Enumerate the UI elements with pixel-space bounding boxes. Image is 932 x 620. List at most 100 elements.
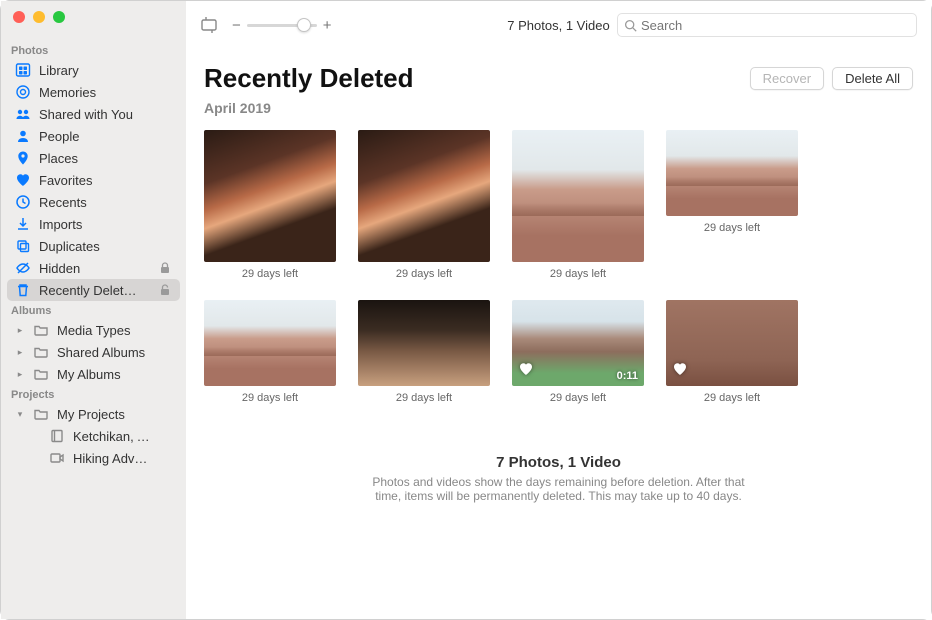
footer-count: 7 Photos, 1 Video	[204, 454, 913, 471]
trash-icon	[15, 282, 31, 298]
search-icon	[624, 19, 637, 32]
thumbnail-size-slider[interactable]	[247, 24, 317, 27]
sidebar-item-media-types[interactable]: ▸ Media Types	[7, 319, 180, 341]
book-icon	[49, 428, 65, 444]
folder-icon	[33, 322, 49, 338]
sidebar-item-label: Ketchikan, AK	[73, 429, 150, 444]
video-icon	[49, 450, 65, 466]
sidebar-item-label: Shared with You	[39, 107, 150, 122]
footer-explain: Photos and videos show the days remainin…	[359, 475, 759, 503]
sidebar-item-label: Favorites	[39, 173, 150, 188]
thumbnail-image[interactable]	[358, 300, 490, 386]
sidebar-item-favorites[interactable]: Favorites	[7, 169, 180, 191]
sidebar-item-label: Library	[39, 63, 150, 78]
days-left-caption: 29 days left	[704, 392, 760, 404]
places-icon	[15, 150, 31, 166]
sidebar-item-shared-albums[interactable]: ▸ Shared Albums	[7, 341, 180, 363]
heart-icon	[15, 172, 31, 188]
recover-button[interactable]: Recover	[750, 67, 824, 90]
sidebar-item-label: Hidden	[39, 261, 150, 276]
sidebar-item-people[interactable]: People	[7, 125, 180, 147]
thumbnail-item[interactable]: 29 days left	[204, 300, 336, 404]
toolbar-title: 7 Photos, 1 Video	[507, 18, 609, 33]
folder-icon	[33, 406, 49, 422]
sidebar-item-library[interactable]: Library	[7, 59, 180, 81]
sidebar-item-recently-delet-[interactable]: Recently Delet…	[7, 279, 180, 301]
close-window-button[interactable]	[13, 11, 25, 23]
days-left-caption: 29 days left	[550, 268, 606, 280]
thumbnail-image[interactable]: 0:11	[512, 300, 644, 386]
date-section-label: April 2019	[204, 100, 913, 116]
minimize-window-button[interactable]	[33, 11, 45, 23]
sidebar-item-my-albums[interactable]: ▸ My Albums	[7, 363, 180, 385]
sidebar-item-label: Media Types	[57, 323, 150, 338]
thumbnail-image[interactable]	[204, 300, 336, 386]
thumbnail-image[interactable]	[666, 300, 798, 386]
sidebar-item-label: My Albums	[57, 367, 150, 382]
thumbnail-item[interactable]: 29 days left	[204, 130, 336, 280]
zoom-out-label[interactable]: −	[232, 17, 241, 34]
memories-icon	[15, 84, 31, 100]
toolbar: − + 7 Photos, 1 Video	[186, 1, 931, 49]
sidebar-item-label: Memories	[39, 85, 150, 100]
days-left-caption: 29 days left	[550, 392, 606, 404]
sidebar-item-my-projects[interactable]: ▾ My Projects	[7, 403, 180, 425]
favorite-heart-icon	[672, 361, 688, 382]
thumbnail-item[interactable]: 29 days left	[358, 300, 490, 404]
thumbnail-image[interactable]	[512, 130, 644, 262]
unlocked-icon	[158, 283, 172, 297]
clock-icon	[15, 194, 31, 210]
import-icon	[15, 216, 31, 232]
content: Recently Deleted Recover Delete All Apri…	[186, 49, 931, 619]
lock-icon	[158, 261, 172, 275]
folder-icon	[33, 344, 49, 360]
thumbnail-image[interactable]	[666, 130, 798, 216]
shared-icon	[15, 106, 31, 122]
thumbnail-item[interactable]: 0:11 29 days left	[512, 300, 644, 404]
video-duration: 0:11	[617, 370, 638, 382]
days-left-caption: 29 days left	[396, 268, 452, 280]
aspect-crop-icon[interactable]	[200, 16, 218, 34]
hidden-icon	[15, 260, 31, 276]
delete-all-button[interactable]: Delete All	[832, 67, 913, 90]
zoom-in-label[interactable]: +	[323, 17, 332, 34]
disclosure-icon: ▸	[15, 325, 25, 336]
sidebar-item-label: Recently Delet…	[39, 283, 150, 298]
window-controls	[1, 11, 186, 41]
sidebar-item-label: Shared Albums	[57, 345, 150, 360]
sidebar-item-label: People	[39, 129, 150, 144]
search-field[interactable]	[617, 13, 917, 37]
sidebar-section-photos-label: Photos	[1, 41, 186, 59]
sidebar-item-hidden[interactable]: Hidden	[7, 257, 180, 279]
search-input[interactable]	[641, 18, 910, 33]
thumbnail-image[interactable]	[358, 130, 490, 262]
thumbnail-item[interactable]: 29 days left	[358, 130, 490, 280]
sidebar-item-label: My Projects	[57, 407, 150, 422]
sidebar-item-ketchikan-ak[interactable]: Ketchikan, AK	[7, 425, 180, 447]
thumbnail-item[interactable]: 29 days left	[512, 130, 644, 280]
thumbnail-item[interactable]: 29 days left	[666, 300, 798, 404]
sidebar-item-shared-with-you[interactable]: Shared with You	[7, 103, 180, 125]
sidebar-item-memories[interactable]: Memories	[7, 81, 180, 103]
days-left-caption: 29 days left	[396, 392, 452, 404]
disclosure-icon: ▸	[15, 369, 25, 380]
zoom-window-button[interactable]	[53, 11, 65, 23]
sidebar-section-albums-label: Albums	[1, 301, 186, 319]
sidebar-item-places[interactable]: Places	[7, 147, 180, 169]
page-title: Recently Deleted	[204, 63, 742, 94]
thumbnail-image[interactable]	[204, 130, 336, 262]
disclosure-icon: ▾	[15, 409, 25, 420]
sidebar: Photos Library Memories Shared with You Peo…	[1, 1, 186, 619]
thumbnail-item[interactable]: 29 days left	[666, 130, 798, 280]
people-icon	[15, 128, 31, 144]
sidebar-item-imports[interactable]: Imports	[7, 213, 180, 235]
footer-summary: 7 Photos, 1 Video Photos and videos show…	[204, 454, 913, 503]
favorite-heart-icon	[518, 361, 534, 382]
duplicates-icon	[15, 238, 31, 254]
sidebar-item-recents[interactable]: Recents	[7, 191, 180, 213]
main-area: − + 7 Photos, 1 Video Recently Deleted R…	[186, 1, 931, 619]
sidebar-item-duplicates[interactable]: Duplicates	[7, 235, 180, 257]
sidebar-item-label: Places	[39, 151, 150, 166]
disclosure-icon: ▸	[15, 347, 25, 358]
sidebar-item-hiking-adventure[interactable]: Hiking Adventure	[7, 447, 180, 469]
